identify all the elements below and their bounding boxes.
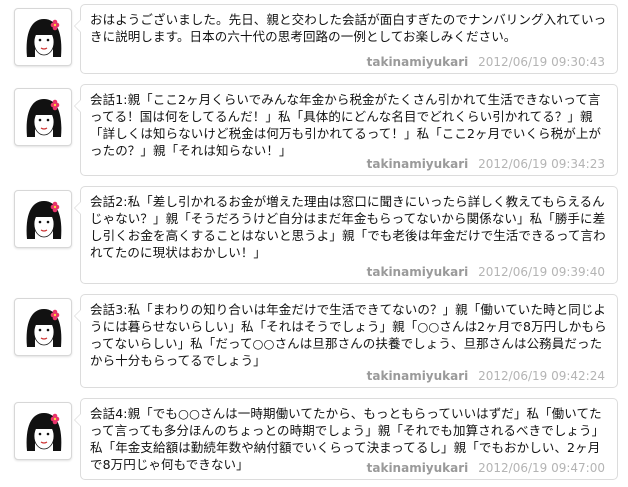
timestamp-link[interactable]: 2012/06/19 09:42:24 (478, 369, 605, 383)
tweet-bubble: 会話2:私「差し引かれるお金が増えた理由は窓口に聞きにいったら詳しく教えてもらえ… (74, 186, 618, 284)
tweet-text: 会話3:私「まわりの知り合いは年金だけで生活できてないの？」親「働いていた時と同… (90, 302, 607, 368)
tweet-bubble: 会話3:私「まわりの知り合いは年金だけで生活できてないの？」親「働いていた時と同… (74, 294, 618, 388)
tweet-meta: takinamiyukari 2012/06/19 09:34:23 (367, 157, 605, 171)
timestamp-link[interactable]: 2012/06/19 09:39:40 (478, 265, 605, 279)
tweet-text: おはようございました。先日、親と交わした会話が面白すぎたのでナンバリング入れてい… (90, 12, 607, 44)
girl-avatar-icon (19, 93, 69, 143)
tweet-bubble: 会話1:親「ここ2ヶ月くらいでみんな年金から税金がたくさん引かれて生活できないっ… (74, 84, 618, 176)
tweet-meta: takinamiyukari 2012/06/19 09:42:24 (367, 369, 605, 383)
girl-avatar-icon (19, 195, 69, 245)
avatar[interactable] (14, 88, 72, 146)
girl-avatar-icon (19, 303, 69, 353)
tweet-meta: takinamiyukari 2012/06/19 09:30:43 (367, 55, 605, 69)
username-link[interactable]: takinamiyukari (367, 369, 469, 383)
tweet-bubble: 会話4:親「でも○○さんは一時期働いてたから、もっともらっていいはずだ」私「働い… (74, 398, 618, 480)
timestamp-link[interactable]: 2012/06/19 09:30:43 (478, 55, 605, 69)
username-link[interactable]: takinamiyukari (367, 265, 469, 279)
avatar[interactable] (14, 298, 72, 356)
tweet-text: 会話2:私「差し引かれるお金が増えた理由は窓口に聞きにいったら詳しく教えてもらえ… (90, 194, 606, 260)
girl-avatar-icon (19, 407, 69, 457)
tweet-bubble: おはようございました。先日、親と交わした会話が面白すぎたのでナンバリング入れてい… (74, 4, 618, 74)
tweet-timeline: おはようございました。先日、親と交わした会話が面白すぎたのでナンバリング入れてい… (0, 0, 628, 487)
avatar[interactable] (14, 8, 72, 66)
username-link[interactable]: takinamiyukari (367, 461, 469, 475)
girl-avatar-icon (19, 13, 69, 63)
tweet-text: 会話1:親「ここ2ヶ月くらいでみんな年金から税金がたくさん引かれて生活できないっ… (90, 92, 602, 158)
tweet-meta: takinamiyukari 2012/06/19 09:47:00 (367, 461, 605, 475)
timestamp-link[interactable]: 2012/06/19 09:34:23 (478, 157, 605, 171)
avatar[interactable] (14, 190, 72, 248)
username-link[interactable]: takinamiyukari (367, 157, 469, 171)
tweet-meta: takinamiyukari 2012/06/19 09:39:40 (367, 265, 605, 279)
username-link[interactable]: takinamiyukari (367, 55, 469, 69)
timestamp-link[interactable]: 2012/06/19 09:47:00 (478, 461, 605, 475)
avatar[interactable] (14, 402, 72, 460)
